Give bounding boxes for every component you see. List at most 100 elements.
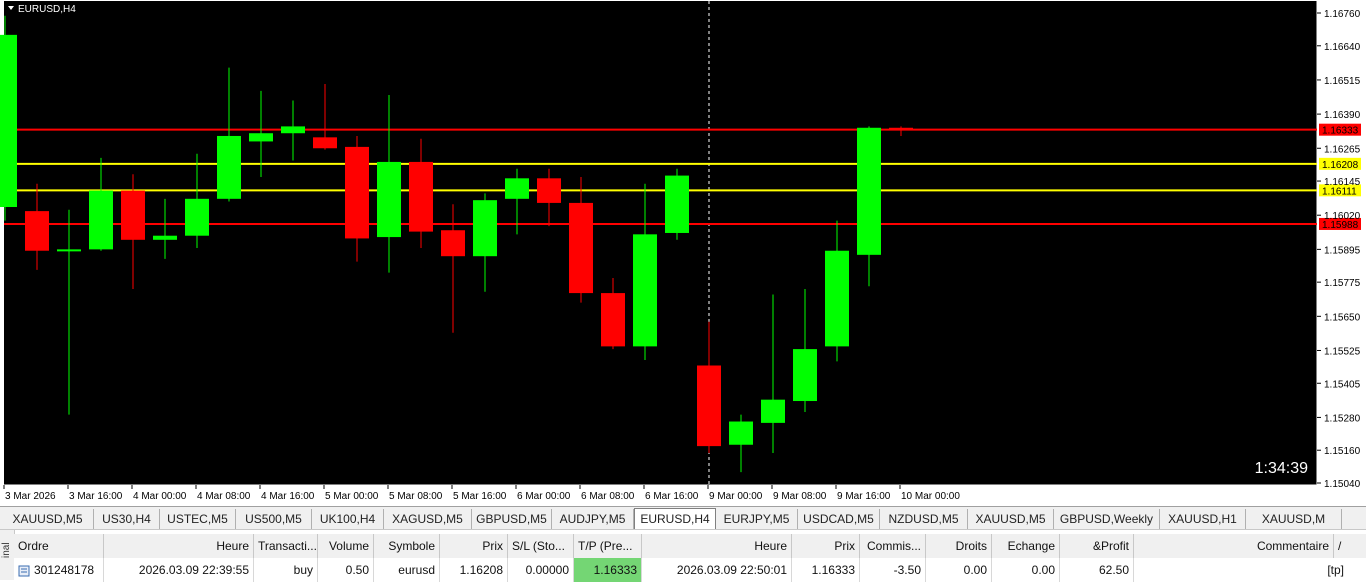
col-prix[interactable]: Prix [440, 534, 508, 558]
col-heure-close[interactable]: Heure [642, 534, 792, 558]
price-axis: 1.16760 1.16640 1.16515 1.16390 1.16265 1.161… [1317, 9, 1361, 490]
col-echange[interactable]: Echange [992, 534, 1060, 558]
col-tp[interactable]: T/P (Pre... [574, 534, 642, 558]
symbol-tab[interactable]: UK100,H4 [312, 509, 384, 529]
symbol-tab[interactable]: NZDUSD,M5 [880, 509, 968, 529]
col-transaction[interactable]: Transacti... [254, 534, 318, 558]
candle-body [761, 399, 785, 423]
time-tick-label: 5 Mar 16:00 [453, 491, 507, 502]
price-tick-label: 1.15895 [1324, 245, 1361, 256]
level-price-label: 1.16333 [1322, 126, 1359, 137]
price-tick-label: 1.15525 [1324, 346, 1361, 357]
candle-body [249, 133, 273, 142]
row-symbole: eurusd [374, 558, 440, 582]
row-sl: 0.00000 [508, 558, 574, 582]
candle-body [121, 190, 145, 240]
row-heure-close: 2026.03.09 22:50:01 [642, 558, 792, 582]
symbol-tab[interactable]: GBPUSD,Weekly [1054, 509, 1160, 529]
candle [665, 168, 689, 240]
symbol-tab[interactable]: XAUUSD,H1 [1160, 509, 1246, 529]
candle-body [697, 365, 721, 447]
candle-body [25, 211, 49, 251]
chart-window[interactable]: 1.16333 1.16208 1.16111 1.15988 1.16760 1.16… [0, 0, 1366, 506]
chart-title: EURUSD,H4 [18, 4, 76, 15]
row-prix-close: 1.16333 [792, 558, 860, 582]
col-commentaire[interactable]: Commentaire [1134, 534, 1334, 558]
symbol-tab[interactable]: GBPUSD,M5 [472, 509, 552, 529]
sort-indicator: / [1338, 539, 1342, 553]
time-tick-label: 4 Mar 16:00 [261, 491, 315, 502]
price-tick-label: 1.16760 [1324, 9, 1361, 20]
terminal-panel: inal Ordre Heure Transacti... Volume Sym… [0, 530, 1366, 582]
col-heure[interactable]: Heure [104, 534, 254, 558]
col-volume[interactable]: Volume [318, 534, 374, 558]
col-ordre[interactable]: Ordre [14, 534, 104, 558]
order-icon [18, 565, 30, 577]
candle-body [89, 190, 113, 250]
price-tick-label: 1.15040 [1324, 479, 1361, 490]
row-volume: 0.50 [318, 558, 374, 582]
row-profit: 62.50 [1060, 558, 1134, 582]
candle-body [281, 126, 305, 134]
candle-body [345, 146, 369, 239]
row-ordre-value: 301248178 [34, 563, 95, 577]
time-tick-label: 6 Mar 08:00 [581, 491, 635, 502]
time-tick-label: 5 Mar 08:00 [389, 491, 443, 502]
col-prix-close[interactable]: Prix [792, 534, 860, 558]
chart-tabs-bar: XAUUSD,M5 US30,H4 USTEC,M5 US500,M5 UK100,H4… [0, 506, 1366, 530]
price-tick-label: 1.16640 [1324, 42, 1361, 53]
col-symbole[interactable]: Symbole [374, 534, 440, 558]
symbol-tab[interactable]: US500,M5 [236, 509, 312, 529]
time-tick-label: 6 Mar 00:00 [517, 491, 571, 502]
price-tick-label: 1.15280 [1324, 413, 1361, 424]
candle-body [409, 161, 433, 232]
symbol-tab[interactable]: XAGUSD,M5 [384, 509, 472, 529]
candle-body [857, 127, 881, 255]
time-tick-label: 6 Mar 16:00 [645, 491, 699, 502]
candle-body [473, 200, 497, 257]
symbol-tab[interactable]: AUDJPY,M5 [552, 509, 634, 529]
candle-body [825, 250, 849, 347]
candle-body [569, 202, 593, 294]
symbol-tab[interactable]: EURJPY,M5 [716, 509, 798, 529]
col-droits[interactable]: Droits [926, 534, 992, 558]
row-commission: -3.50 [860, 558, 926, 582]
symbol-tab[interactable]: US30,H4 [94, 509, 160, 529]
col-sl[interactable]: S/L (Sto... [508, 534, 574, 558]
symbol-tab[interactable]: XAUUSD,M [1246, 509, 1342, 529]
price-tick-label: 1.16390 [1324, 110, 1361, 121]
candle-body [153, 235, 177, 240]
level-price-label: 1.16208 [1322, 160, 1359, 171]
candle-body [633, 234, 657, 347]
price-tick-label: 1.15405 [1324, 379, 1361, 390]
symbol-tab[interactable]: XAUUSD,M5 [2, 509, 94, 529]
row-commentaire: [tp] [1327, 563, 1344, 577]
col-profit[interactable]: &Profit [1060, 534, 1134, 558]
row-prix: 1.16208 [440, 558, 508, 582]
row-droits: 0.00 [926, 558, 992, 582]
symbol-tab[interactable]: XAUUSD,M5 [968, 509, 1054, 529]
candle-body [665, 175, 689, 233]
time-tick-label: 3 Mar 2026 [5, 491, 56, 502]
col-commission[interactable]: Commis... [860, 534, 926, 558]
candle-body [889, 127, 913, 131]
symbol-tab[interactable]: USDCAD,M5 [798, 509, 880, 529]
terminal-header-row: Ordre Heure Transacti... Volume Symbole … [14, 534, 1366, 559]
row-transaction: buy [254, 558, 318, 582]
price-tick-label: 1.16145 [1324, 177, 1361, 188]
symbol-tab[interactable]: EURUSD,H4 [634, 508, 716, 529]
candle-body [729, 421, 753, 445]
time-tick-label: 5 Mar 00:00 [325, 491, 379, 502]
time-tick-label: 9 Mar 16:00 [837, 491, 891, 502]
chart-background [4, 1, 1317, 485]
candle-body [441, 230, 465, 257]
symbol-tab[interactable]: USTEC,M5 [160, 509, 236, 529]
price-chart[interactable]: 1.163331.162081.161111.15988 1.167601.16… [0, 0, 1366, 506]
time-tick-label: 4 Mar 08:00 [197, 491, 251, 502]
bar-timer: 1:34:39 [1255, 460, 1308, 477]
price-tick-label: 1.15775 [1324, 278, 1361, 289]
candle-body [505, 178, 529, 199]
candle-body [0, 34, 17, 208]
history-row[interactable]: 301248178 2026.03.09 22:39:55 buy 0.50 e… [14, 558, 1366, 582]
time-axis: 3 Mar 2026 3 Mar 16:00 4 Mar 00:00 4 Mar 08… [3, 485, 960, 502]
